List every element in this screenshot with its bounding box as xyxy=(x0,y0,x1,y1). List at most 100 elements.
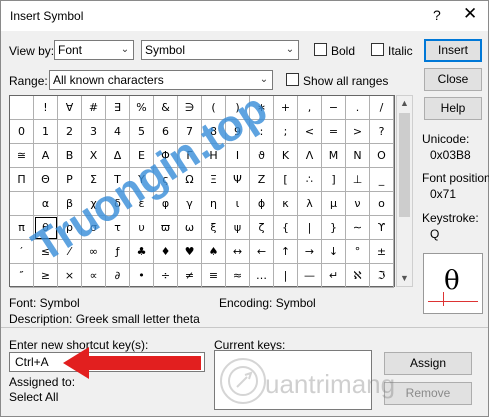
symbol-cell[interactable]: 8 xyxy=(202,120,226,144)
symbol-cell[interactable]: × xyxy=(58,264,82,288)
scroll-down-icon[interactable]: ▼ xyxy=(397,271,412,286)
symbol-cell[interactable]: ∞ xyxy=(82,240,106,264)
symbol-cell[interactable]: ∋ xyxy=(178,96,202,120)
symbol-cell[interactable]: 0 xyxy=(10,120,34,144)
symbol-cell[interactable]: ζ xyxy=(250,216,274,240)
symbol-cell[interactable]: ∂ xyxy=(106,264,130,288)
italic-checkbox[interactable] xyxy=(371,43,384,56)
symbol-cell[interactable]: Υ xyxy=(130,168,154,192)
symbol-cell[interactable]: τ xyxy=(106,216,130,240)
symbol-cell[interactable]: … xyxy=(250,264,274,288)
symbol-cell[interactable]: ϒ xyxy=(370,216,394,240)
symbol-cell[interactable]: ξ xyxy=(202,216,226,240)
symbol-cell[interactable]: } xyxy=(322,216,346,240)
symbol-cell[interactable]: Θ xyxy=(34,168,58,192)
symbol-cell[interactable]: Ξ xyxy=(202,168,226,192)
symbol-cell[interactable]: [ xyxy=(274,168,298,192)
symbol-cell[interactable]: Χ xyxy=(82,144,106,168)
symbol-cell[interactable]: ( xyxy=(202,96,226,120)
symbol-cell[interactable]: , xyxy=(298,96,322,120)
symbol-cell[interactable]: Ε xyxy=(130,144,154,168)
shortcut-key-input[interactable]: Ctrl+A xyxy=(9,352,205,372)
symbol-cell[interactable] xyxy=(10,96,34,120)
symbol-cell[interactable]: 7 xyxy=(178,120,202,144)
symbol-cell[interactable]: ) xyxy=(226,96,250,120)
symbol-cell[interactable]: χ xyxy=(82,192,106,216)
current-keys-list[interactable] xyxy=(214,350,372,410)
symbol-cell[interactable]: ? xyxy=(370,120,394,144)
symbol-cell[interactable]: Π xyxy=(10,168,34,192)
symbol-cell[interactable]: = xyxy=(322,120,346,144)
symbol-cell[interactable]: ς xyxy=(154,168,178,192)
symbol-cell[interactable]: ⊥ xyxy=(346,168,370,192)
symbol-cell[interactable]: ↓ xyxy=(322,240,346,264)
symbol-cell[interactable]: Τ xyxy=(106,168,130,192)
symbol-cell[interactable]: ∗ xyxy=(250,96,274,120)
scroll-up-icon[interactable]: ▲ xyxy=(397,96,412,111)
symbol-cell[interactable]: Λ xyxy=(298,144,322,168)
symbol-cell[interactable]: ÷ xyxy=(154,264,178,288)
symbol-cell[interactable]: . xyxy=(346,96,370,120)
help-button[interactable]: Help xyxy=(424,97,482,120)
symbol-cell[interactable]: 6 xyxy=(154,120,178,144)
symbol-cell[interactable]: ↔ xyxy=(226,240,250,264)
symbol-cell[interactable]: ƒ xyxy=(106,240,130,264)
symbol-cell[interactable]: ! xyxy=(34,96,58,120)
symbol-cell[interactable]: ∴ xyxy=(298,168,322,192)
symbol-cell[interactable]: α xyxy=(34,192,58,216)
symbol-cell[interactable]: Μ xyxy=(322,144,346,168)
symbol-cell[interactable]: φ xyxy=(154,192,178,216)
symbol-cell[interactable] xyxy=(10,192,34,216)
symbol-cell[interactable]: ♥ xyxy=(178,240,202,264)
symbol-cell[interactable]: Ρ xyxy=(58,168,82,192)
symbol-cell[interactable]: Ν xyxy=(346,144,370,168)
font-dropdown[interactable]: Symbol ⌄ xyxy=(141,40,299,60)
symbol-cell[interactable]: θ xyxy=(34,216,58,240)
scroll-thumb[interactable] xyxy=(399,113,410,217)
close-button[interactable]: Close xyxy=(424,68,482,91)
symbol-cell[interactable]: ♠ xyxy=(202,240,226,264)
symbol-cell[interactable]: π xyxy=(10,216,34,240)
symbol-cell[interactable]: Α xyxy=(34,144,58,168)
symbol-cell[interactable]: ♣ xyxy=(130,240,154,264)
symbol-cell[interactable]: ′ xyxy=(10,240,34,264)
show-all-ranges-checkbox[interactable] xyxy=(286,73,299,86)
symbol-cell[interactable]: ↑ xyxy=(274,240,298,264)
symbol-cell[interactable]: ⁄ xyxy=(58,240,82,264)
symbol-cell[interactable]: Ζ xyxy=(250,168,274,192)
symbol-cell[interactable]: < xyxy=(298,120,322,144)
symbol-cell[interactable]: 4 xyxy=(106,120,130,144)
symbol-cell[interactable]: ψ xyxy=(226,216,250,240)
symbol-cell[interactable]: & xyxy=(154,96,178,120)
symbol-cell[interactable]: Ψ xyxy=(226,168,250,192)
symbol-cell[interactable]: ← xyxy=(250,240,274,264)
symbol-cell[interactable]: γ xyxy=(178,192,202,216)
symbol-cell[interactable]: Β xyxy=(58,144,82,168)
symbol-cell[interactable]: > xyxy=(346,120,370,144)
symbol-cell[interactable]: δ xyxy=(106,192,130,216)
symbol-cell[interactable]: | xyxy=(298,216,322,240)
symbol-cell[interactable]: | xyxy=(274,264,298,288)
view-by-dropdown[interactable]: Font ⌄ xyxy=(54,40,134,60)
symbol-cell[interactable]: υ xyxy=(130,216,154,240)
symbol-cell[interactable]: ϖ xyxy=(154,216,178,240)
symbol-cell[interactable]: : xyxy=(250,120,274,144)
assign-button[interactable]: Assign xyxy=(384,352,472,375)
range-dropdown[interactable]: All known characters ⌄ xyxy=(49,70,273,90)
symbol-cell[interactable]: ≈ xyxy=(226,264,250,288)
symbol-cell[interactable]: − xyxy=(322,96,346,120)
symbol-cell[interactable]: ≡ xyxy=(202,264,226,288)
symbol-cell[interactable]: λ xyxy=(298,192,322,216)
symbol-cell[interactable]: ∃ xyxy=(106,96,130,120)
symbol-cell[interactable]: ∝ xyxy=(82,264,106,288)
symbol-cell[interactable]: ] xyxy=(322,168,346,192)
symbol-cell[interactable]: # xyxy=(82,96,106,120)
symbol-cell[interactable]: Ι xyxy=(226,144,250,168)
grid-scrollbar[interactable]: ▲ ▼ xyxy=(396,95,413,287)
symbol-cell[interactable]: ″ xyxy=(10,264,34,288)
symbol-cell[interactable]: Ω xyxy=(178,168,202,192)
symbol-cell[interactable]: ≤ xyxy=(34,240,58,264)
symbol-cell[interactable]: → xyxy=(298,240,322,264)
symbol-cell[interactable]: ο xyxy=(370,192,394,216)
symbol-cell[interactable]: ♦ xyxy=(154,240,178,264)
